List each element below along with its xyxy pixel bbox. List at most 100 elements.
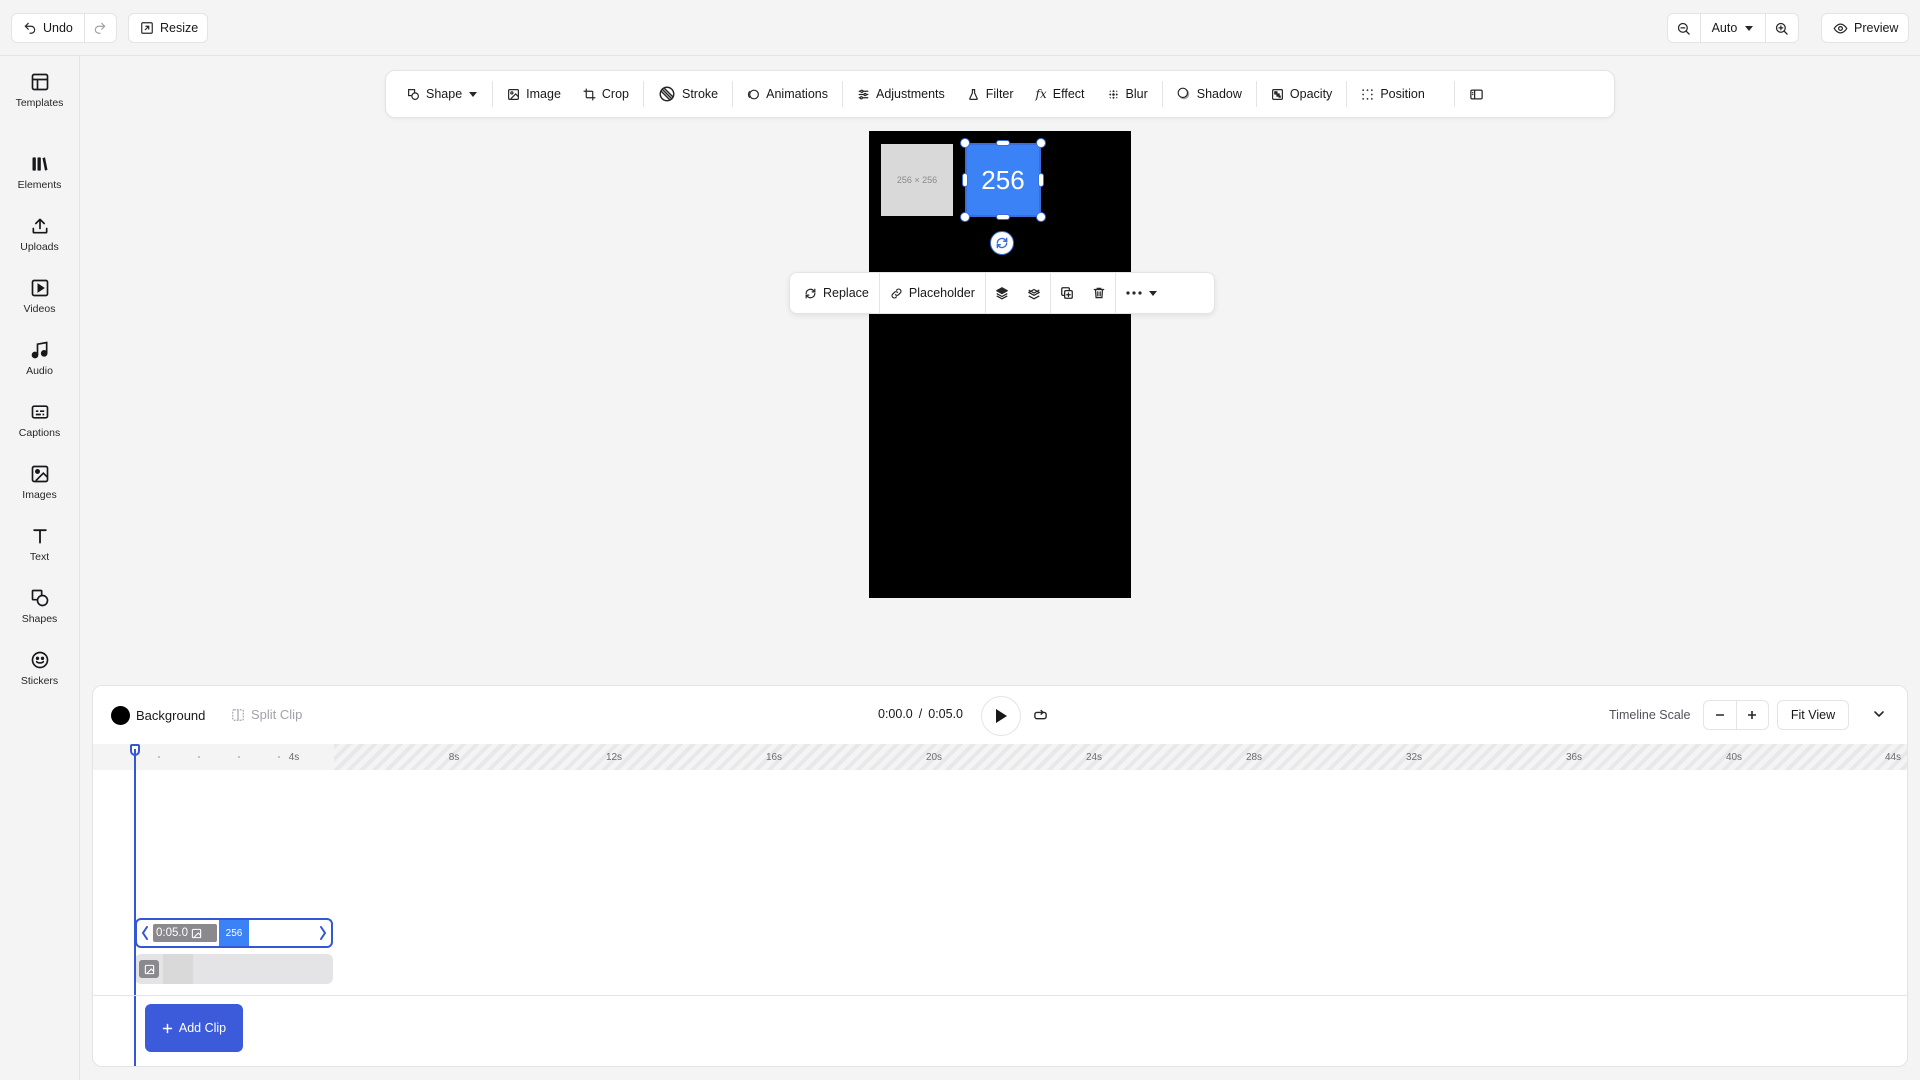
timeline-header: Background Split Clip 0:00.0 / 0:05.0 Ti… <box>93 686 1907 744</box>
animations-label: Animations <box>766 87 828 101</box>
sidebar-item-images[interactable]: Images <box>0 464 79 520</box>
clip-type-badge <box>139 960 159 978</box>
sidebar-item-captions[interactable]: Captions <box>0 402 79 458</box>
total-duration: 0:05.0 <box>928 707 964 721</box>
fit-view-button[interactable]: Fit View <box>1777 700 1849 730</box>
zoom-level-select[interactable]: Auto <box>1701 14 1766 42</box>
adjustments-button[interactable]: Adjustments <box>846 78 956 110</box>
scale-decrease-button[interactable] <box>1704 701 1736 729</box>
redo-button[interactable] <box>85 14 116 42</box>
shadow-button[interactable]: Shadow <box>1166 78 1253 110</box>
rotate-handle[interactable] <box>990 231 1014 255</box>
sidebar-item-audio[interactable]: Audio <box>0 340 79 396</box>
fit-view-label: Fit View <box>1790 708 1836 722</box>
resize-button[interactable]: Resize <box>128 13 208 43</box>
stroke-label: Stroke <box>682 87 719 101</box>
shape-dropdown[interactable]: Shape <box>396 78 489 110</box>
collapse-timeline-button[interactable] <box>1873 708 1885 720</box>
sidebar-item-label: Elements <box>17 179 62 191</box>
resize-handle-right[interactable] <box>1038 173 1044 187</box>
toggle-panel-button[interactable] <box>1458 78 1495 110</box>
duplicate-icon <box>1060 286 1074 300</box>
layer-down-icon <box>1027 286 1041 300</box>
clip-thumbnail: 256 <box>219 920 249 946</box>
selected-shape[interactable]: 256 <box>965 143 1041 217</box>
sidebar-panel-icon <box>1469 87 1484 102</box>
ruler-tick-label: 16s <box>765 752 783 763</box>
effect-button[interactable]: fx Effect <box>1025 78 1096 110</box>
placeholder-button[interactable]: Placeholder <box>880 278 985 308</box>
background-button[interactable]: Background <box>111 706 205 725</box>
ruler-tick-label: 36s <box>1565 752 1583 763</box>
shadow-icon <box>1177 87 1191 101</box>
preview-button[interactable]: Preview <box>1821 13 1909 43</box>
loop-icon <box>1033 708 1048 723</box>
resize-handle-bottom-right[interactable] <box>1036 212 1046 222</box>
placeholder-image[interactable]: 256 × 256 <box>881 144 953 216</box>
clip-trim-end-handle[interactable] <box>317 924 329 942</box>
crop-button[interactable]: Crop <box>572 78 640 110</box>
stroke-icon <box>658 85 676 103</box>
undo-redo-group: Undo <box>11 13 117 43</box>
selected-clip[interactable]: 0:05.0 256 <box>135 918 333 948</box>
sidebar-item-shapes[interactable]: Shapes <box>0 588 79 644</box>
redo-icon <box>93 21 107 35</box>
blur-label: Blur <box>1125 87 1148 101</box>
blur-button[interactable]: Blur <box>1096 78 1159 110</box>
resize-handle-left[interactable] <box>962 173 968 187</box>
design-canvas[interactable]: 256 × 256 256 <box>869 131 1131 598</box>
clip-trim-start-handle[interactable] <box>139 924 151 942</box>
image-button[interactable]: Image <box>496 78 572 110</box>
ruler-tick-label: 24s <box>1085 752 1103 763</box>
image-icon <box>191 928 202 939</box>
sidebar-item-label: Shapes <box>21 613 58 625</box>
sidebar-item-label: Uploads <box>20 241 59 253</box>
sidebar-item-elements[interactable]: Elements <box>0 154 79 210</box>
replace-button[interactable]: Replace <box>794 278 879 308</box>
zoom-out-button[interactable] <box>1668 14 1700 42</box>
resize-handle-top[interactable] <box>996 140 1010 146</box>
sidebar-item-videos[interactable]: Videos <box>0 278 79 334</box>
send-backward-button[interactable] <box>1018 278 1050 308</box>
zoom-in-button[interactable] <box>1766 14 1798 42</box>
add-clip-button[interactable]: Add Clip <box>145 1004 243 1052</box>
sidebar-item-text[interactable]: Text <box>0 526 79 582</box>
replace-label: Replace <box>823 286 869 300</box>
position-button[interactable]: Position <box>1350 78 1435 110</box>
resize-label: Resize <box>160 21 199 35</box>
resize-handle-top-right[interactable] <box>1036 138 1046 148</box>
chevron-down-icon <box>1873 708 1885 720</box>
text-icon <box>30 526 50 546</box>
animations-button[interactable]: Animations <box>736 78 839 110</box>
sidebar-item-uploads[interactable]: Uploads <box>0 216 79 272</box>
resize-handle-bottom[interactable] <box>996 214 1010 220</box>
sidebar-item-stickers[interactable]: Stickers <box>0 650 79 706</box>
timeline-ruler[interactable]: 4s 8s 12s 16s 20s 24s 28s 32s 36s 40s 44… <box>93 744 1907 770</box>
playhead[interactable] <box>134 749 136 1066</box>
resize-handle-top-left[interactable] <box>960 138 970 148</box>
undo-button[interactable]: Undo <box>12 14 84 42</box>
delete-button[interactable] <box>1083 278 1115 308</box>
resize-handle-bottom-left[interactable] <box>960 212 970 222</box>
opacity-icon <box>1271 88 1284 101</box>
duplicate-button[interactable] <box>1051 278 1083 308</box>
bring-forward-button[interactable] <box>986 278 1018 308</box>
element-context-menu: Replace Placeholder <box>789 272 1215 314</box>
scale-increase-button[interactable] <box>1737 701 1768 729</box>
loop-button[interactable] <box>1033 708 1048 723</box>
stroke-button[interactable]: Stroke <box>647 78 729 110</box>
clip-duration-badge: 0:05.0 <box>153 924 217 942</box>
sidebar-item-templates[interactable]: Templates <box>0 72 79 128</box>
image-icon <box>507 88 520 101</box>
crop-icon <box>583 87 596 101</box>
more-options-button[interactable] <box>1116 278 1168 308</box>
layer-up-icon <box>995 286 1009 300</box>
split-clip-button[interactable]: Split Clip <box>231 707 302 722</box>
opacity-button[interactable]: Opacity <box>1260 78 1343 110</box>
play-button[interactable] <box>981 696 1021 736</box>
music-note-icon <box>30 340 50 360</box>
image-clip[interactable] <box>135 954 333 984</box>
clip-duration: 0:05.0 <box>156 927 188 939</box>
zoom-control: Auto <box>1667 13 1799 43</box>
filter-button[interactable]: Filter <box>956 78 1025 110</box>
